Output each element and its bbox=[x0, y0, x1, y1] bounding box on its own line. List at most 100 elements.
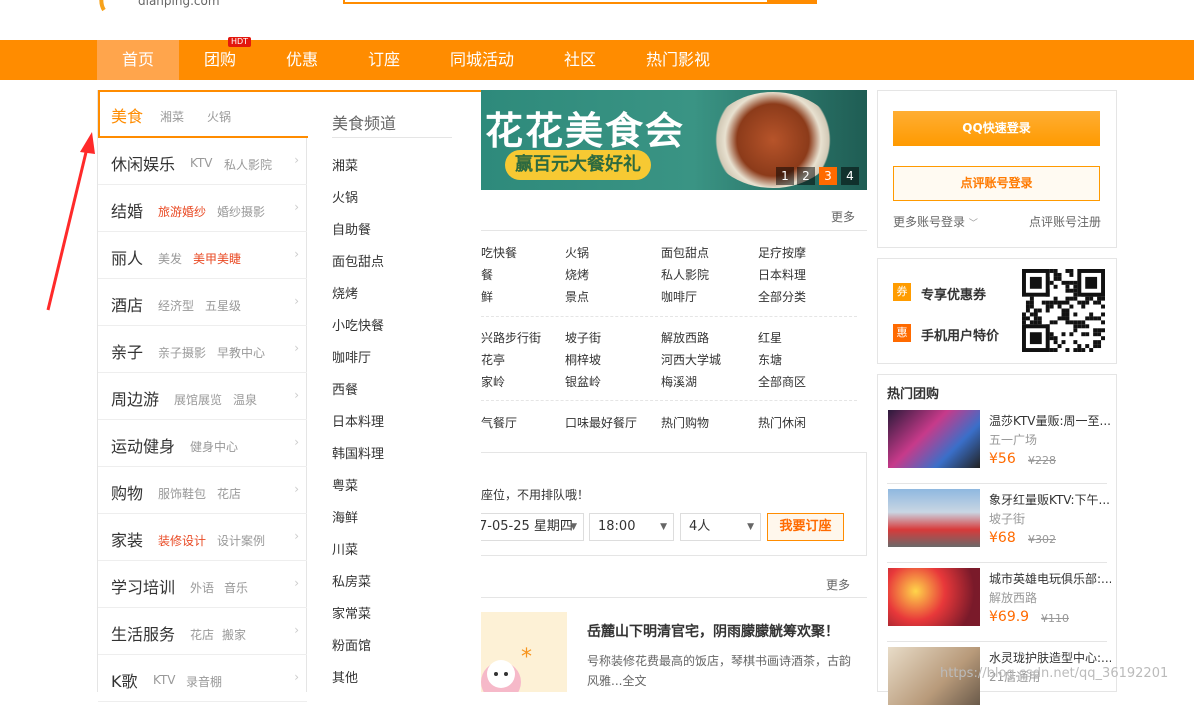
category-sub-link[interactable]: 湘菜 bbox=[160, 108, 184, 125]
banner-dot[interactable]: 4 bbox=[841, 167, 859, 185]
food-link[interactable]: 东塘 bbox=[758, 351, 782, 368]
food-link[interactable]: 火锅 bbox=[565, 244, 589, 261]
food-link[interactable]: 花亭 bbox=[481, 351, 505, 368]
category-row[interactable]: 酒店 经济型 五星级 › bbox=[98, 279, 307, 326]
category-name[interactable]: 购物 bbox=[111, 480, 143, 504]
food-link[interactable]: 热门购物 bbox=[661, 414, 709, 431]
category-row[interactable]: K歌 KTV 录音棚 › bbox=[98, 655, 307, 702]
category-sub-link[interactable]: 展馆展览 bbox=[174, 391, 222, 408]
category-row[interactable]: 结婚 旅游婚纱 婚纱摄影 › bbox=[98, 185, 307, 232]
search-input[interactable] bbox=[343, 0, 817, 4]
category-sub-link[interactable]: 火锅 bbox=[207, 108, 231, 125]
submenu-item[interactable]: 日本料理 bbox=[332, 411, 384, 430]
category-name[interactable]: 学习培训 bbox=[111, 574, 175, 598]
category-sub-link[interactable]: 健身中心 bbox=[190, 438, 238, 455]
deal-name[interactable]: 水灵珑护肤造型中心:... bbox=[989, 649, 1111, 666]
qr-code-icon[interactable] bbox=[1022, 269, 1105, 352]
deal-image[interactable] bbox=[888, 410, 980, 468]
food-link[interactable]: 景点 bbox=[565, 288, 589, 305]
food-link[interactable]: 私人影院 bbox=[661, 266, 709, 283]
nav-home[interactable]: 首页 bbox=[97, 40, 179, 80]
category-sub-link[interactable]: 旅游婚纱 bbox=[158, 203, 206, 220]
category-row[interactable]: 亲子 亲子摄影 早教中心 › bbox=[98, 326, 307, 373]
deal-name[interactable]: 温莎KTV量贩:周一至... bbox=[989, 412, 1111, 429]
food-link[interactable]: 口味最好餐厅 bbox=[565, 414, 637, 431]
banner-dot-active[interactable]: 3 bbox=[819, 167, 837, 185]
category-name[interactable]: 运动健身 bbox=[111, 433, 175, 457]
category-sub-link[interactable]: 音乐 bbox=[224, 579, 248, 596]
category-row[interactable]: 运动健身 健身中心 › bbox=[98, 420, 307, 467]
promo-banner[interactable]: 花花美食会 赢百元大餐好礼 1 2 3 4 bbox=[481, 90, 867, 190]
book-button[interactable]: 我要订座 bbox=[767, 513, 844, 541]
more-link[interactable]: 更多 bbox=[831, 208, 855, 225]
submenu-item[interactable]: 川菜 bbox=[332, 539, 358, 558]
food-link[interactable]: 兴路步行街 bbox=[481, 329, 541, 346]
category-sub-link[interactable]: 外语 bbox=[190, 579, 214, 596]
food-link[interactable]: 全部商区 bbox=[758, 373, 806, 390]
food-link[interactable]: 餐 bbox=[481, 266, 493, 283]
submenu-title[interactable]: 美食频道 bbox=[332, 110, 396, 134]
food-link[interactable]: 咖啡厅 bbox=[661, 288, 697, 305]
coupon-label[interactable]: 专享优惠券 bbox=[921, 284, 986, 303]
category-name[interactable]: 美食 bbox=[111, 103, 143, 127]
category-name[interactable]: 家装 bbox=[111, 527, 143, 551]
category-sub-link[interactable]: 亲子摄影 bbox=[158, 344, 206, 361]
category-sub-link[interactable]: 花店 bbox=[190, 626, 214, 643]
food-link[interactable]: 吃快餐 bbox=[481, 244, 517, 261]
category-sub-link[interactable]: KTV bbox=[153, 673, 175, 687]
more-login-link[interactable]: 更多账号登录 ﹀ bbox=[893, 213, 978, 230]
category-row[interactable]: 周边游 展馆展览 温泉 › bbox=[98, 373, 307, 420]
submenu-item[interactable]: 海鲜 bbox=[332, 507, 358, 526]
nav-reservation[interactable]: 订座 bbox=[343, 40, 425, 80]
search-button[interactable] bbox=[767, 0, 817, 4]
submenu-item[interactable]: 湘菜 bbox=[332, 155, 358, 174]
category-sub-link[interactable]: 服饰鞋包 bbox=[158, 485, 206, 502]
submenu-item[interactable]: 自助餐 bbox=[332, 219, 371, 238]
food-link[interactable]: 烧烤 bbox=[565, 266, 589, 283]
category-sub-link[interactable]: KTV bbox=[190, 156, 212, 170]
food-link[interactable]: 解放西路 bbox=[661, 329, 709, 346]
food-link[interactable]: 足疗按摩 bbox=[758, 244, 806, 261]
category-row[interactable]: 丽人 美发 美甲美睫 › bbox=[98, 232, 307, 279]
people-select[interactable]: 4人 ▼ bbox=[680, 513, 761, 541]
category-name[interactable]: 酒店 bbox=[111, 292, 143, 316]
mobile-price-label[interactable]: 手机用户特价 bbox=[921, 325, 999, 344]
nav-movies[interactable]: 热门影视 bbox=[621, 40, 735, 80]
category-sub-link[interactable]: 婚纱摄影 bbox=[217, 203, 265, 220]
banner-dot[interactable]: 2 bbox=[797, 167, 815, 185]
food-link[interactable]: 红星 bbox=[758, 329, 782, 346]
submenu-item[interactable]: 咖啡厅 bbox=[332, 347, 371, 366]
category-sub-link[interactable]: 经济型 bbox=[158, 297, 194, 314]
food-link[interactable]: 气餐厅 bbox=[481, 414, 517, 431]
submenu-item[interactable]: 面包甜点 bbox=[332, 251, 384, 270]
register-link[interactable]: 点评账号注册 bbox=[1029, 213, 1101, 230]
food-link[interactable]: 热门休闲 bbox=[758, 414, 806, 431]
category-sub-link[interactable]: 五星级 bbox=[205, 297, 241, 314]
category-sub-link[interactable]: 录音棚 bbox=[186, 673, 222, 690]
nav-community[interactable]: 社区 bbox=[539, 40, 621, 80]
food-link[interactable]: 全部分类 bbox=[758, 288, 806, 305]
category-row[interactable]: 生活服务 花店 搬家 › bbox=[98, 608, 307, 655]
category-name[interactable]: 休闲娱乐 bbox=[111, 151, 175, 175]
category-row[interactable]: 学习培训 外语 音乐 › bbox=[98, 561, 307, 608]
category-sub-link[interactable]: 搬家 bbox=[222, 626, 246, 643]
food-link[interactable]: 桐梓坡 bbox=[565, 351, 601, 368]
dianping-login-button[interactable]: 点评账号登录 bbox=[893, 166, 1100, 201]
category-name[interactable]: 丽人 bbox=[111, 245, 143, 269]
category-row[interactable]: 家装 装修设计 设计案例 › bbox=[98, 514, 307, 561]
qq-login-button[interactable]: QQ快速登录 bbox=[893, 111, 1100, 146]
food-link[interactable]: 鲜 bbox=[481, 288, 493, 305]
category-row[interactable]: 休闲娱乐 KTV 私人影院 › bbox=[98, 138, 307, 185]
food-link[interactable]: 坡子街 bbox=[565, 329, 601, 346]
logo-icon[interactable] bbox=[98, 0, 120, 12]
deal-image[interactable] bbox=[888, 489, 980, 547]
category-sub-link[interactable]: 温泉 bbox=[233, 391, 257, 408]
submenu-item[interactable]: 火锅 bbox=[332, 187, 358, 206]
submenu-item[interactable]: 粤菜 bbox=[332, 475, 358, 494]
category-name[interactable]: 生活服务 bbox=[111, 621, 175, 645]
banner-dot[interactable]: 1 bbox=[776, 167, 794, 185]
submenu-item[interactable]: 西餐 bbox=[332, 379, 358, 398]
food-link[interactable]: 河西大学城 bbox=[661, 351, 721, 368]
nav-discount[interactable]: 优惠 bbox=[261, 40, 343, 80]
submenu-item[interactable]: 私房菜 bbox=[332, 571, 371, 590]
